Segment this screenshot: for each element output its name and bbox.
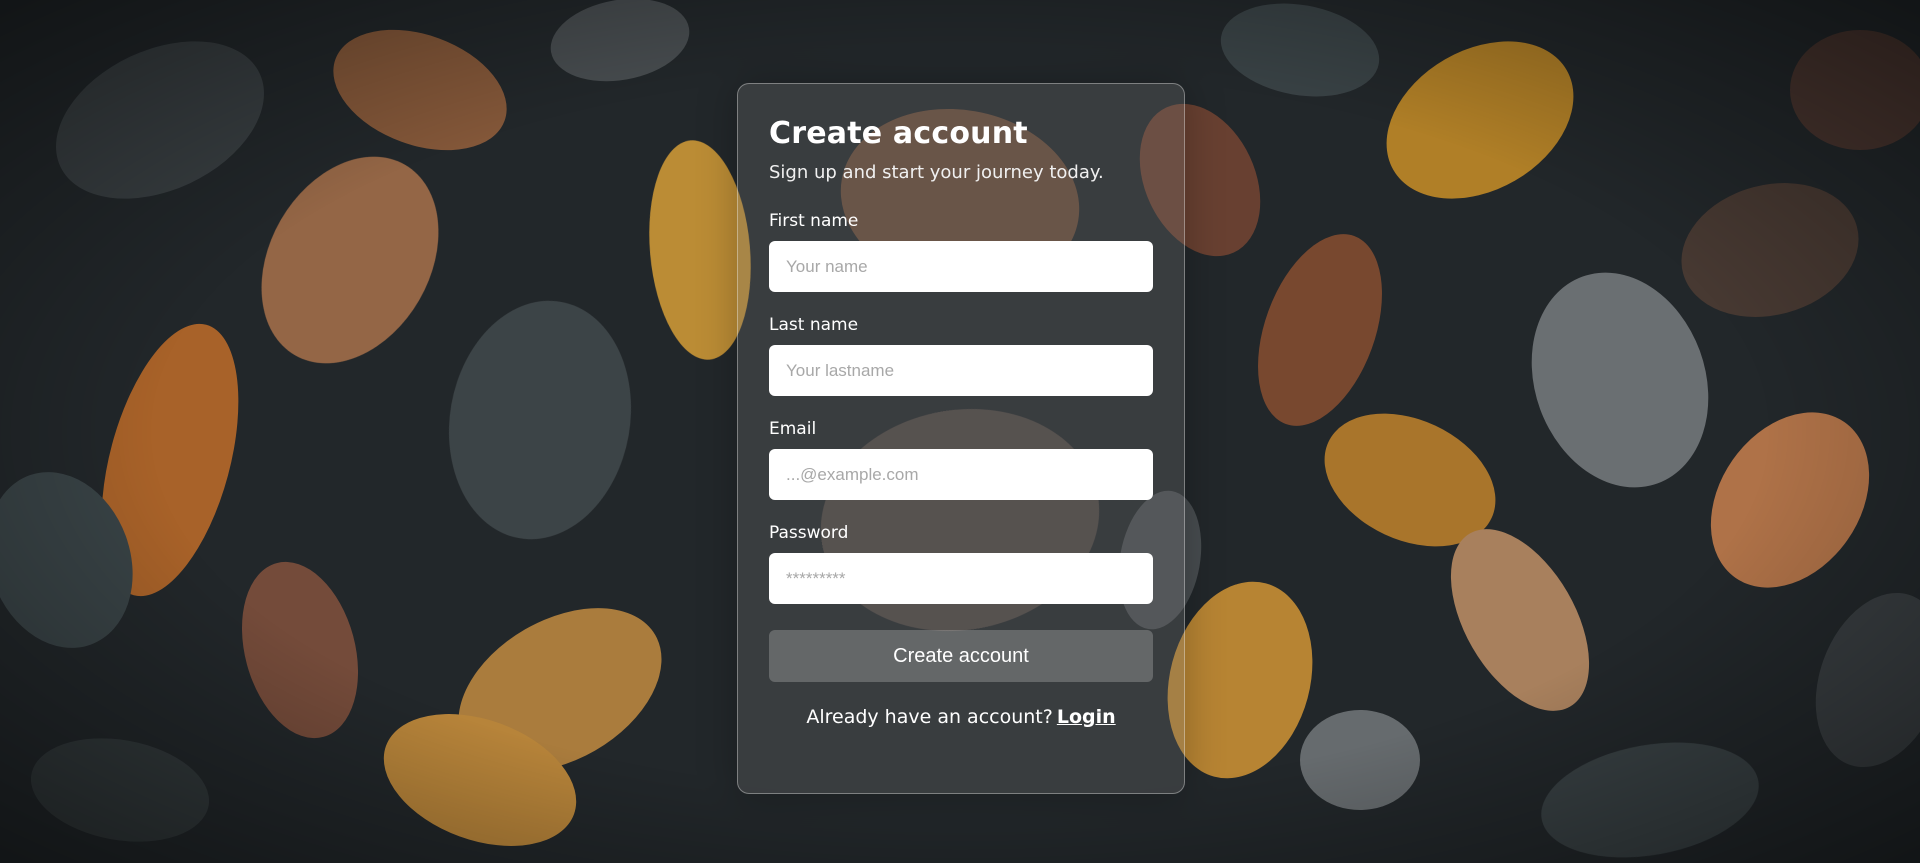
last-name-input[interactable] <box>769 345 1153 396</box>
page-subtitle: Sign up and start your journey today. <box>769 162 1104 183</box>
first-name-input[interactable] <box>769 241 1153 292</box>
first-name-group: First name <box>769 210 1153 292</box>
page-title: Create account <box>769 116 1028 151</box>
password-input[interactable] <box>769 553 1153 604</box>
password-label: Password <box>769 523 849 543</box>
create-account-button[interactable]: Create account <box>769 630 1153 682</box>
first-name-label: First name <box>769 211 859 231</box>
password-group: Password <box>769 522 1153 604</box>
last-name-group: Last name <box>769 314 1153 396</box>
email-input[interactable] <box>769 449 1153 500</box>
signup-form: First name Last name Email Password <box>769 210 1153 604</box>
login-link[interactable]: Login <box>1057 706 1116 728</box>
email-label: Email <box>769 419 817 439</box>
login-prompt-text: Already have an account? <box>806 706 1053 728</box>
login-prompt: Already have an account? Login <box>769 704 1153 730</box>
signup-card: Create account Sign up and start your jo… <box>737 83 1185 794</box>
email-group: Email <box>769 418 1153 500</box>
last-name-label: Last name <box>769 315 859 335</box>
